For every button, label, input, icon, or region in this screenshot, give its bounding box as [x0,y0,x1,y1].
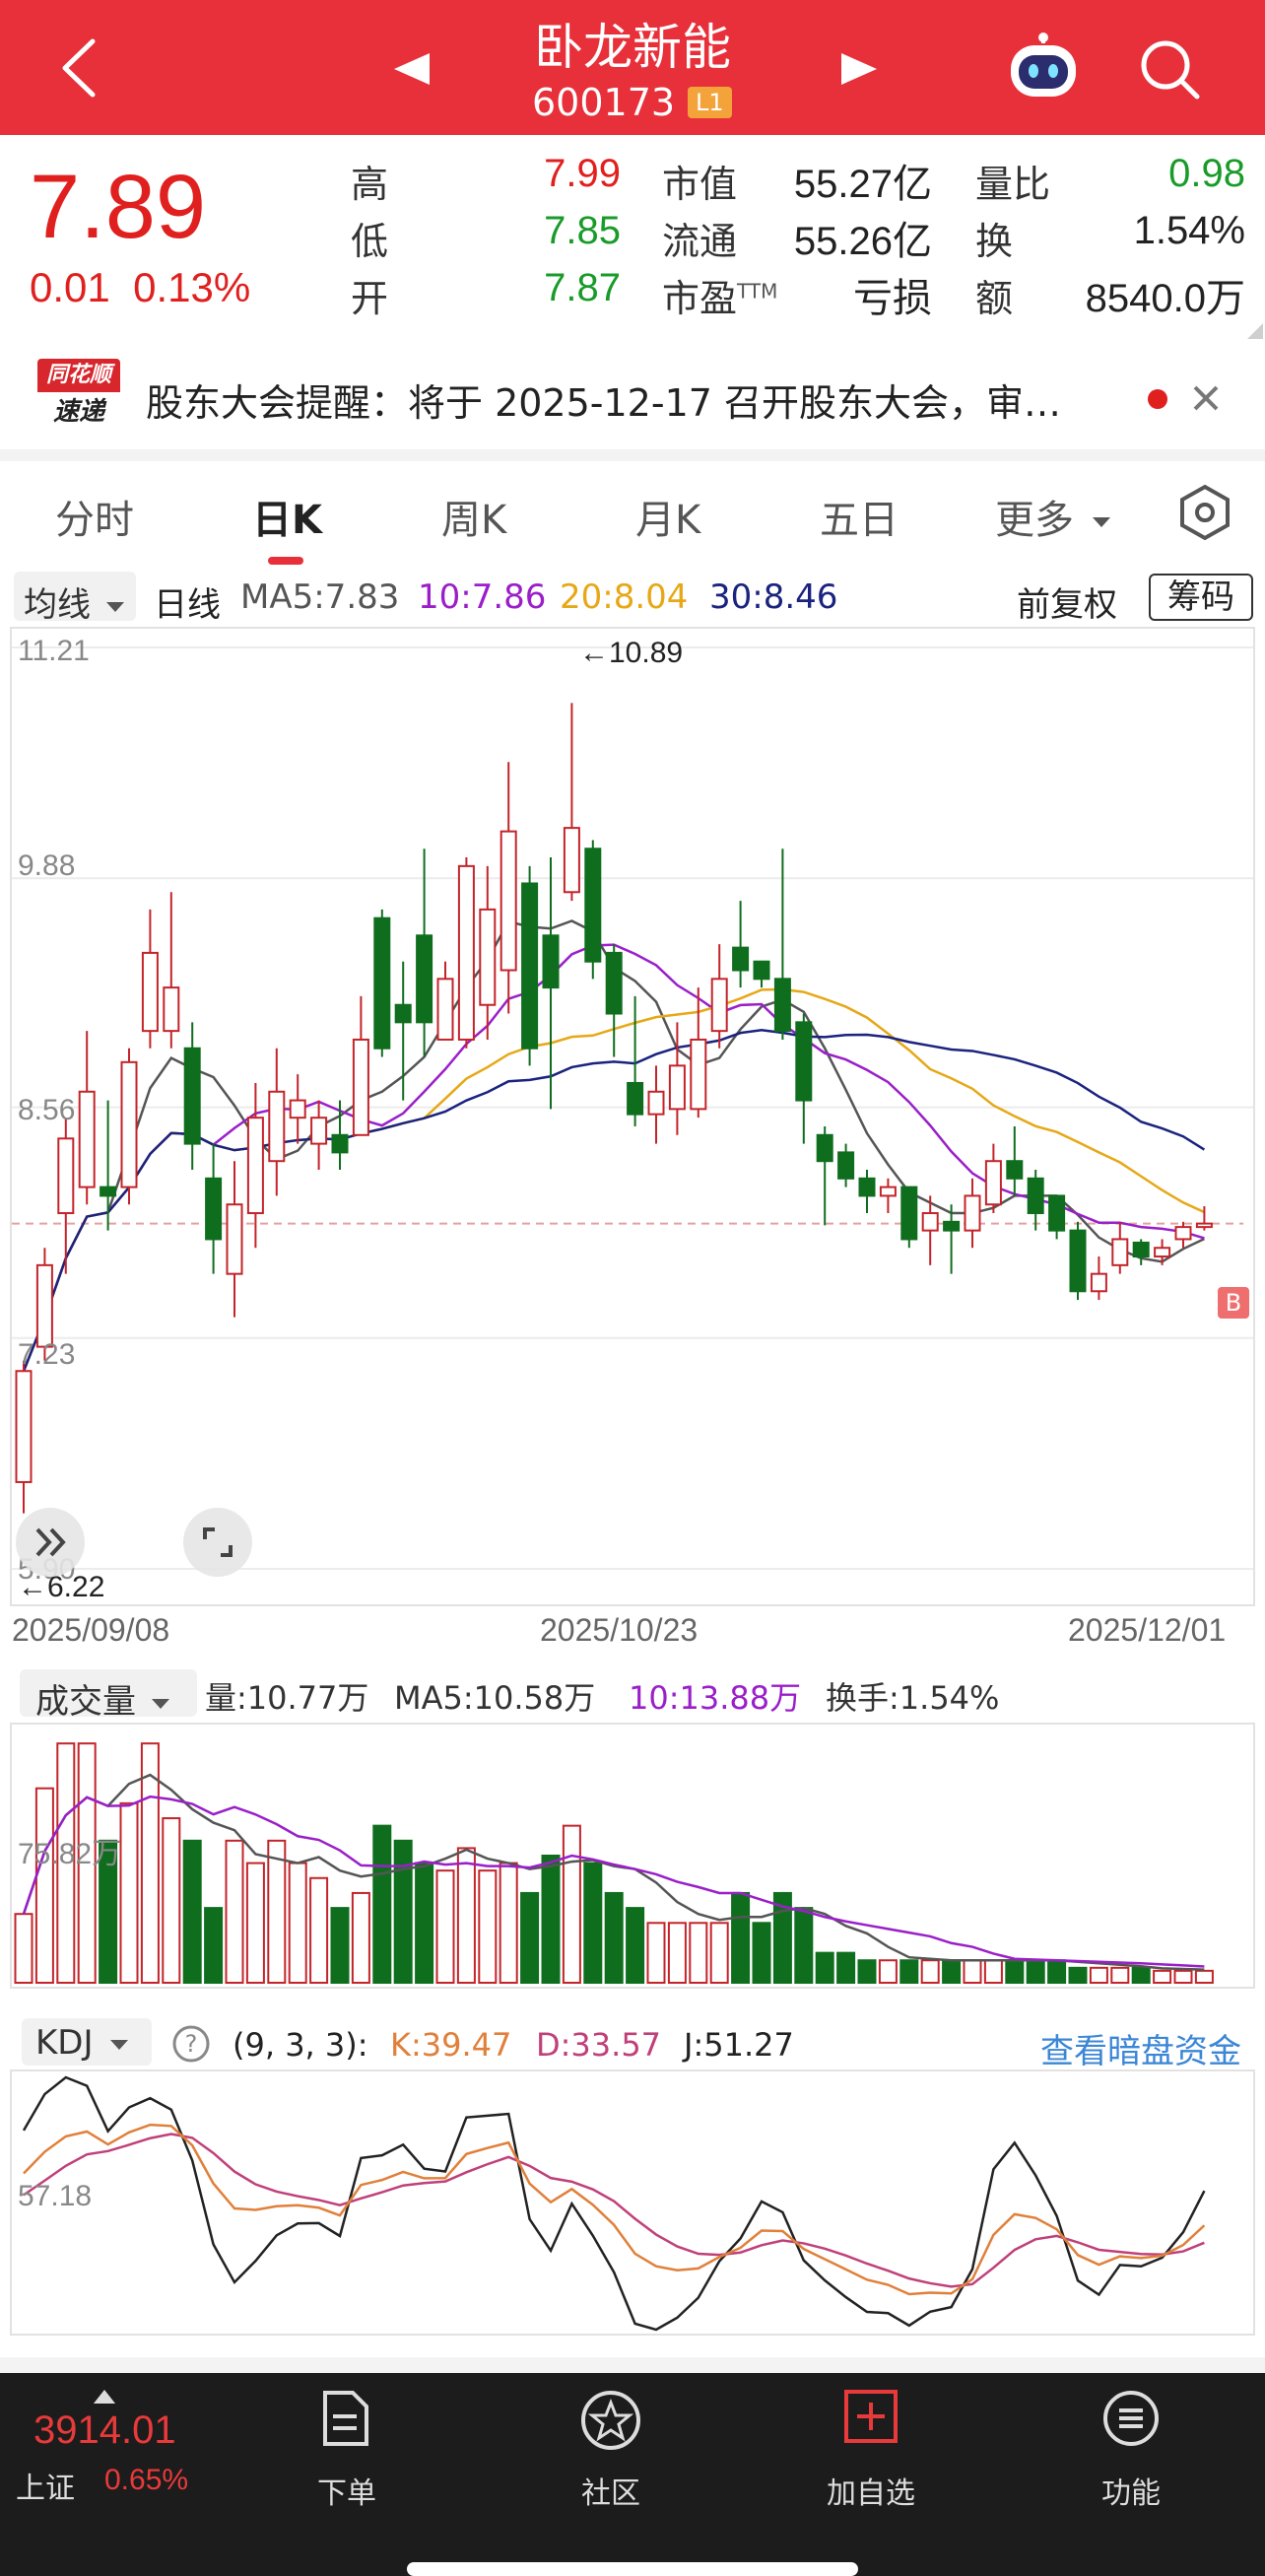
home-indicator [407,2562,858,2576]
index-value[interactable]: 3914.01 [33,2408,176,2453]
toolbar-community[interactable]: 社区 [532,2469,690,2512]
add-watchlist-icon[interactable] [843,2389,899,2444]
kdj-y-label: 57.18 [18,2180,93,2212]
community-star-icon[interactable] [579,2389,642,2452]
up-arrow-icon [94,2390,115,2404]
kdj-k-line [23,2123,1206,2296]
kdj-chart [22,2075,1206,2332]
index-name: 上证 [16,2472,75,2506]
toolbar-add-watchlist[interactable]: 加自选 [792,2469,950,2512]
toolbar-order[interactable]: 下单 [268,2469,426,2512]
menu-function-icon[interactable] [1101,2389,1161,2448]
section-divider [0,2357,1265,2373]
kdj-d-line [23,2133,1205,2288]
kdj-j-line [22,2075,1206,2332]
toolbar-function[interactable]: 功能 [1052,2469,1210,2512]
index-percent: 0.65% [104,2464,189,2496]
order-document-icon[interactable] [317,2389,372,2448]
